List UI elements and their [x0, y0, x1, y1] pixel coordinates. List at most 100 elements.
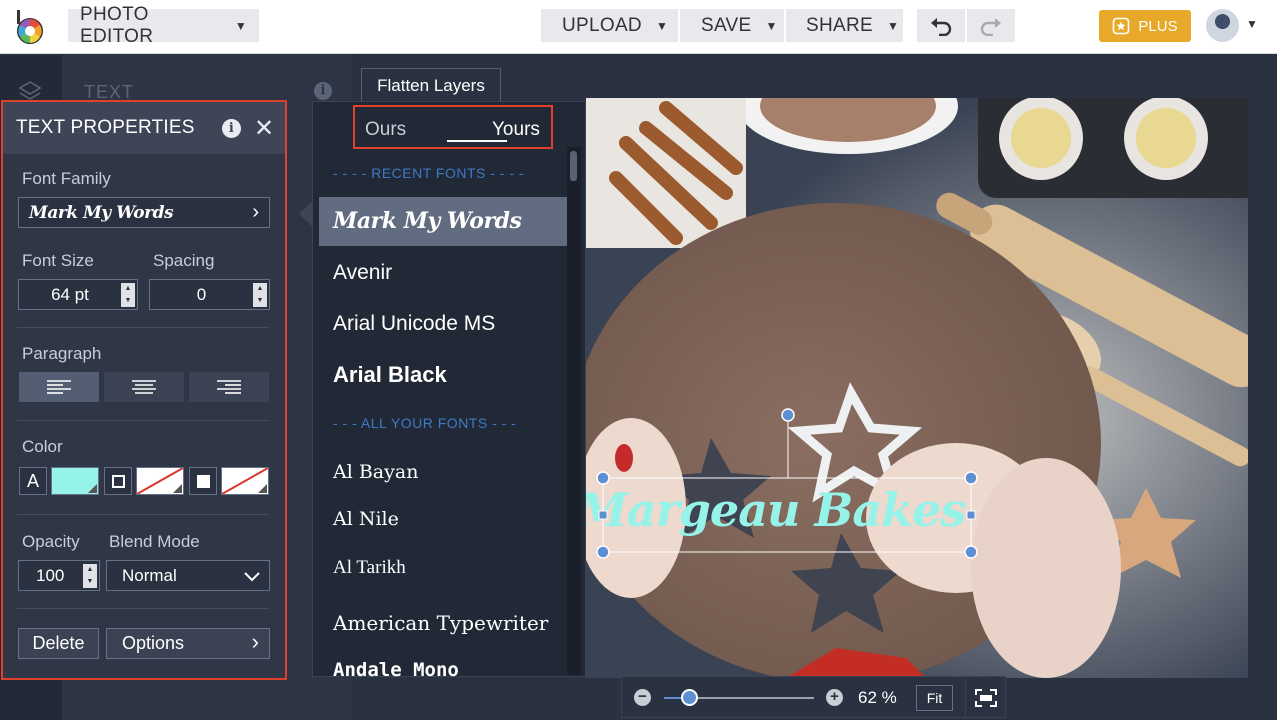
plus-label: PLUS	[1138, 17, 1178, 35]
redo-button[interactable]	[967, 9, 1015, 42]
close-icon[interactable]: ✕	[254, 114, 274, 143]
stroke-icon	[104, 467, 132, 495]
canvas-text-layer[interactable]: Margeau Bakes	[586, 483, 966, 537]
top-bar: PHOTO EDITOR ▼ UPLOAD ▼ SAVE ▼ SHARE ▼ P…	[0, 0, 1277, 54]
resize-handle[interactable]	[964, 545, 978, 559]
delete-label: Delete	[32, 633, 85, 653]
zoom-in-button[interactable]: +	[826, 689, 843, 706]
zoom-value: 62 %	[858, 688, 897, 707]
resize-handle[interactable]	[964, 471, 978, 485]
paragraph-label: Paragraph	[22, 344, 102, 363]
layers-icon[interactable]	[18, 80, 42, 102]
font-picker: Ours Yours - - - - RECENT FONTS - - - - …	[312, 101, 586, 677]
font-item-al-nile[interactable]: Al Nile	[333, 508, 399, 530]
side-handle[interactable]	[598, 510, 608, 520]
chevron-down-icon: ▼	[655, 18, 669, 33]
photo-editor-label: PHOTO EDITOR	[80, 3, 154, 47]
info-icon[interactable]: i	[314, 82, 332, 100]
blend-mode-label: Blend Mode	[109, 532, 200, 551]
font-source-tabs: Ours Yours	[353, 105, 553, 149]
font-item-andale-mono[interactable]: Andale Mono	[333, 659, 459, 677]
rotate-handle[interactable]	[781, 408, 795, 422]
zoom-slider-handle[interactable]	[681, 689, 698, 706]
app-logo[interactable]	[14, 10, 46, 44]
zoom-out-button[interactable]: −	[634, 689, 651, 706]
baking-photo: Margeau Bakes	[586, 98, 1248, 678]
spacing-value: 0	[196, 284, 207, 304]
background-color-swatch[interactable]	[221, 467, 269, 495]
scrollbar-thumb[interactable]	[570, 151, 577, 181]
share-label: SHARE	[806, 14, 873, 36]
opacity-label: Opacity	[22, 532, 80, 551]
align-center-button[interactable]	[104, 372, 184, 402]
plus-upgrade-button[interactable]: PLUS	[1099, 10, 1191, 42]
font-item-american-typewriter[interactable]: American Typewriter	[333, 611, 548, 635]
user-avatar[interactable]	[1206, 9, 1239, 42]
font-item-avenir[interactable]: Avenir	[333, 261, 392, 285]
undo-button[interactable]	[917, 9, 965, 42]
font-family-label: Font Family	[22, 169, 111, 188]
resize-handle[interactable]	[596, 471, 610, 485]
font-family-select[interactable]: Mark My Words ›	[18, 197, 270, 228]
spacing-label: Spacing	[153, 251, 215, 270]
spacing-input[interactable]: 0 ▲ ▼	[149, 279, 270, 310]
stepper-icon[interactable]: ▲ ▼	[253, 283, 267, 307]
divider	[17, 420, 269, 421]
save-button[interactable]: SAVE ▼	[680, 9, 784, 42]
canvas-margin	[1248, 55, 1277, 720]
font-item-arial-unicode[interactable]: Arial Unicode MS	[333, 312, 495, 336]
divider	[17, 514, 269, 515]
photo-editor-menu[interactable]: PHOTO EDITOR ▼	[68, 4, 259, 47]
align-left-button[interactable]	[19, 372, 99, 402]
stroke-color-swatch[interactable]	[136, 467, 184, 495]
text-color-glyph: A	[26, 470, 39, 491]
resize-handle[interactable]	[596, 545, 610, 559]
font-item-al-tarikh[interactable]: Al Tarikh	[333, 557, 406, 579]
stepper-icon[interactable]: ▲ ▼	[121, 283, 135, 307]
divider	[17, 608, 269, 609]
font-size-label: Font Size	[22, 251, 94, 270]
fullscreen-button[interactable]	[965, 679, 1005, 717]
text-properties-panel: TEXT PROPERTIES i ✕ Font Family Mark My …	[1, 100, 287, 680]
side-handle[interactable]	[966, 510, 976, 520]
badge-star-icon	[1113, 17, 1130, 35]
blend-mode-select[interactable]: Normal	[106, 560, 270, 591]
fit-button[interactable]: Fit	[916, 685, 953, 711]
align-left-icon	[47, 380, 71, 394]
font-list-clip: Andale Mono	[313, 655, 567, 677]
stepper-icon[interactable]: ▲ ▼	[83, 564, 97, 588]
font-size-input[interactable]: 64 pt ▲ ▼	[18, 279, 138, 310]
upload-button[interactable]: UPLOAD ▼	[541, 9, 678, 42]
undo-icon	[931, 17, 952, 36]
active-tab-indicator	[447, 140, 507, 142]
divider	[17, 327, 269, 328]
font-item-mark-my-words[interactable]: Mark My Words	[333, 208, 522, 234]
tab-yours[interactable]: Yours	[492, 119, 540, 141]
delete-button[interactable]: Delete	[18, 628, 99, 659]
chevron-down-icon: ▼	[886, 18, 900, 33]
font-item-al-bayan[interactable]: Al Bayan	[333, 461, 418, 483]
font-size-value: 64 pt	[51, 284, 89, 304]
align-right-button[interactable]	[189, 372, 269, 402]
color-label: Color	[22, 437, 63, 456]
font-item-arial-black[interactable]: Arial Black	[333, 362, 447, 388]
info-icon[interactable]: i	[222, 119, 241, 138]
share-button[interactable]: SHARE ▼	[786, 9, 903, 42]
font-family-value: Mark My Words	[29, 202, 174, 223]
options-button[interactable]: Options ›	[106, 628, 270, 659]
font-list-scrollbar[interactable]	[567, 147, 581, 675]
account-chevron-icon[interactable]: ▼	[1246, 17, 1258, 31]
panel-title: TEXT PROPERTIES	[16, 117, 195, 138]
opacity-input[interactable]: 100 ▲ ▼	[18, 560, 100, 591]
text-color-swatch[interactable]	[51, 467, 99, 495]
flatten-layers-button[interactable]: Flatten Layers	[361, 68, 501, 102]
tab-ours[interactable]: Ours	[365, 119, 406, 141]
upload-label: UPLOAD	[562, 14, 642, 36]
photo-canvas[interactable]: Margeau Bakes	[586, 98, 1248, 678]
panel-header: TEXT PROPERTIES i ✕	[3, 102, 285, 154]
recent-fonts-header: - - - - RECENT FONTS - - - -	[333, 165, 525, 181]
align-center-icon	[132, 380, 156, 394]
blend-mode-value: Normal	[122, 565, 177, 585]
background-icon	[189, 467, 217, 495]
save-label: SAVE	[701, 14, 752, 36]
